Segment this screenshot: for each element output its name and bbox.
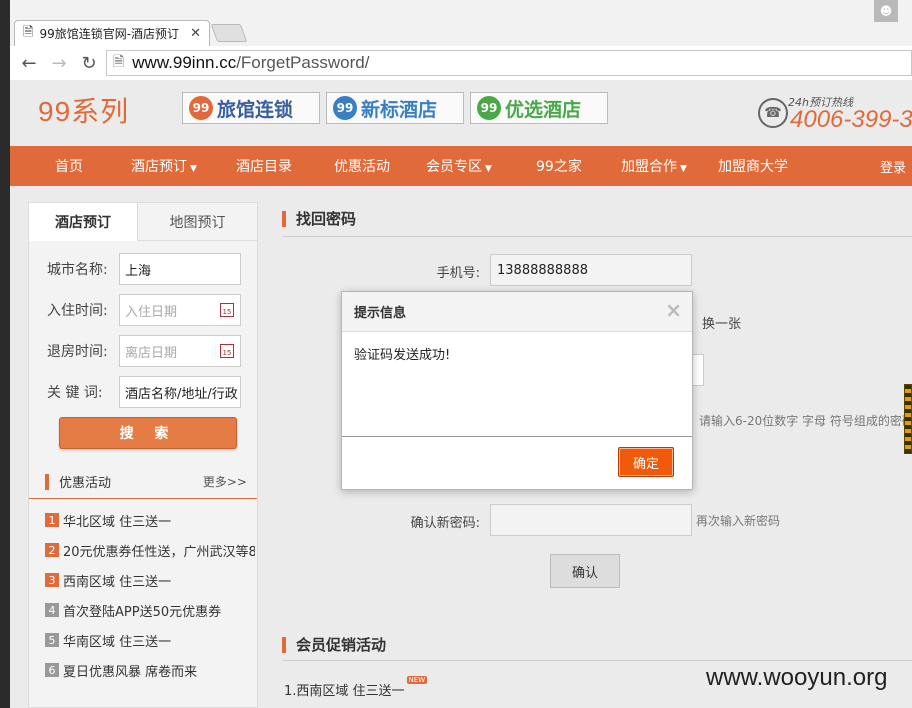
promo-header: 优惠活动 更多>> xyxy=(29,465,257,499)
browser-chrome: 🗎 99旅馆连锁官网-酒店预订 ✕ ☻ ← → ↻ 🗎 www.99inn.cc… xyxy=(0,0,912,80)
main-nav: 首页 酒店预订 ▼ 酒店目录 优惠活动 会员专区 ▼ 99之家 加盟合作 ▼ 加盟商大… xyxy=(10,146,912,186)
tab-map-booking[interactable]: 地图预订 xyxy=(138,203,257,241)
promo-list: 1 华北区域 住三送一 2 20元优惠券任性送，广州武汉等8城 3 西南区域 住三送一… xyxy=(45,505,255,685)
brand-lvguan[interactable]: 99 旅馆连锁 xyxy=(182,92,320,124)
checkout-label: 退房时间: xyxy=(47,344,108,360)
ok-button[interactable]: 确定 xyxy=(618,447,674,477)
section-bar xyxy=(45,473,49,490)
divider xyxy=(282,660,912,661)
nav-login[interactable]: 登录 xyxy=(880,157,906,176)
phone-icon: ☎ xyxy=(758,98,788,128)
keyword-label: 关 键 词: xyxy=(47,385,103,401)
new-badge: NEW xyxy=(406,676,428,684)
watermark: www.wooyun.org xyxy=(706,664,888,691)
city-label: 城市名称: xyxy=(47,262,108,278)
member-promo-item[interactable]: 1.西南区域 住三送一 NEW xyxy=(284,676,428,699)
calendar-icon[interactable]: 15 xyxy=(220,344,234,358)
divider xyxy=(282,236,912,237)
page-icon: 🗎 xyxy=(113,54,125,70)
list-item[interactable]: 2 20元优惠券任性送，广州武汉等8城 xyxy=(45,535,255,565)
address-bar[interactable]: 🗎 www.99inn.cc/ForgetPassword/ xyxy=(106,50,912,76)
phone-label: 手机号: xyxy=(436,266,480,281)
tab-close-icon[interactable]: ✕ xyxy=(190,26,201,41)
confirm-password-input[interactable] xyxy=(490,504,692,536)
checkin-input[interactable]: 入住日期 15 xyxy=(119,294,241,326)
dialog-footer: 确定 xyxy=(342,437,692,489)
search-button[interactable]: 搜 索 xyxy=(59,417,237,449)
new-tab-button[interactable] xyxy=(210,24,248,42)
caret-down-icon: ▼ xyxy=(190,164,197,174)
nav-item-university[interactable]: 加盟商大学 xyxy=(718,156,788,176)
url-text: www.99inn.cc/ForgetPassword/ xyxy=(132,53,370,72)
brand-xinbiao[interactable]: 99 新标酒店 xyxy=(326,92,464,124)
browser-toolbar: ← → ↻ 🗎 www.99inn.cc/ForgetPassword/ xyxy=(10,46,912,80)
hotline: ☎ 24h预订热线 4006-399-3 xyxy=(758,94,912,134)
promo-more-link[interactable]: 更多>> xyxy=(203,473,247,490)
nav-item-deals[interactable]: 优惠活动 xyxy=(334,156,390,176)
brand-badge-icon: 99 xyxy=(477,96,501,120)
password-hint: 请输入6-20位数字 字母 符号组成的密码 xyxy=(699,414,912,428)
forward-icon[interactable]: → xyxy=(46,50,72,76)
dialog-title: 提示信息 xyxy=(354,306,407,321)
list-item[interactable]: 1 华北区域 住三送一 xyxy=(45,505,255,535)
keyword-row: 关 键 词: 酒店名称/地址/行政 xyxy=(47,376,241,408)
confirm-password-label: 确认新密码: xyxy=(410,516,480,531)
list-item[interactable]: 4 首次登陆APP送50元优惠券 xyxy=(45,595,255,625)
booking-tabs: 酒店预订 地图预订 xyxy=(29,203,257,241)
member-section-title: 会员促销活动 xyxy=(282,634,386,655)
nav-item-directory[interactable]: 酒店目录 xyxy=(236,156,292,176)
window-edge xyxy=(0,0,10,708)
section-bar xyxy=(282,210,286,227)
nav-item-member[interactable]: 会员专区 ▼ xyxy=(426,156,492,176)
dialog-header: 提示信息 × xyxy=(342,292,692,332)
keyword-input[interactable]: 酒店名称/地址/行政 xyxy=(119,376,241,408)
city-row: 城市名称: 上海 xyxy=(47,253,241,285)
nav-item-franchise[interactable]: 加盟合作 ▼ xyxy=(621,156,687,176)
nav-item-booking[interactable]: 酒店预订 ▼ xyxy=(131,156,197,176)
promo-title: 优惠活动 xyxy=(59,476,112,491)
phone-input[interactable]: 13888888888 xyxy=(490,254,692,286)
user-profile-icon[interactable]: ☻ xyxy=(874,0,898,22)
alert-dialog: 提示信息 × 验证码发送成功! 确定 xyxy=(341,291,693,490)
hotline-number: 4006-399-3 xyxy=(790,106,912,133)
brand-badge-icon: 99 xyxy=(189,96,213,120)
browser-tab[interactable]: 🗎 99旅馆连锁官网-酒店预订 ✕ xyxy=(14,20,210,46)
confirm-button[interactable]: 确认 xyxy=(550,554,620,588)
city-input[interactable]: 上海 xyxy=(119,253,241,285)
brand-badge-icon: 99 xyxy=(333,96,357,120)
list-item[interactable]: 5 华南区域 住三送一 xyxy=(45,625,255,655)
site-logo[interactable]: 99系列 xyxy=(38,90,129,130)
dialog-message: 验证码发送成功! xyxy=(342,332,692,437)
back-icon[interactable]: ← xyxy=(16,50,42,76)
booking-sidebar: 酒店预订 地图预订 城市名称: 上海 入住时间: 入住日期 15 退房时间: 离店… xyxy=(28,202,258,708)
caret-down-icon: ▼ xyxy=(680,164,687,174)
list-item[interactable]: 3 西南区域 住三送一 xyxy=(45,565,255,595)
brand-youxuan[interactable]: 99 优选酒店 xyxy=(470,92,608,124)
calendar-icon[interactable]: 15 xyxy=(220,303,234,317)
section-bar xyxy=(282,636,286,653)
checkout-input[interactable]: 离店日期 15 xyxy=(119,335,241,367)
nav-item-home99[interactable]: 99之家 xyxy=(536,156,582,176)
nav-item-home[interactable]: 首页 xyxy=(55,156,83,176)
reload-icon[interactable]: ↻ xyxy=(76,50,102,76)
tab-title: 99旅馆连锁官网-酒店预订 xyxy=(39,27,180,41)
checkin-label: 入住时间: xyxy=(47,303,108,319)
checkin-row: 入住时间: 入住日期 15 xyxy=(47,294,241,326)
side-scroll-handle[interactable] xyxy=(904,384,912,454)
checkout-row: 退房时间: 离店日期 15 xyxy=(47,335,241,367)
list-item[interactable]: 6 夏日优惠风暴 席卷而来 xyxy=(45,655,255,685)
page-icon: 🗎 xyxy=(23,24,34,40)
confirm-password-hint: 再次输入新密码 xyxy=(696,514,781,528)
section-title: 找回密码 xyxy=(282,208,356,229)
caret-down-icon: ▼ xyxy=(485,164,492,174)
refresh-captcha-link[interactable]: 换一张 xyxy=(702,313,741,332)
tab-hotel-booking[interactable]: 酒店预订 xyxy=(29,203,139,241)
close-icon[interactable]: × xyxy=(665,300,682,320)
